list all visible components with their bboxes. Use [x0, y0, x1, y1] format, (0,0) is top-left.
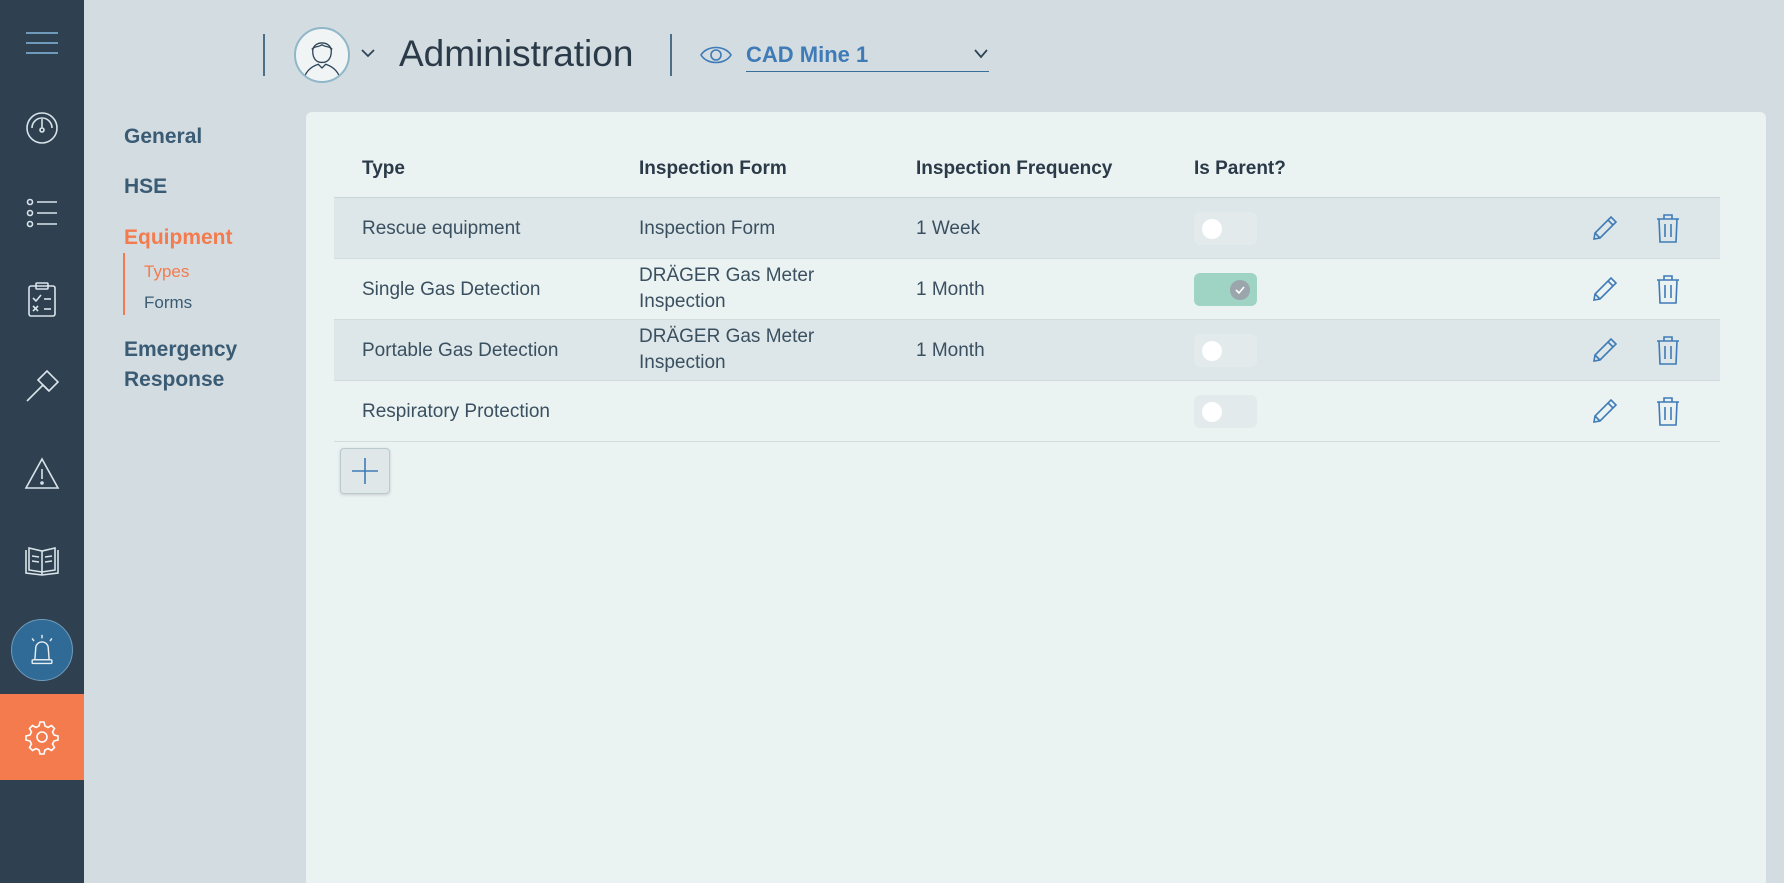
cell-inspection-form: Inspection Form — [639, 218, 776, 239]
is-parent-toggle[interactable] — [1194, 212, 1257, 245]
gear-icon — [25, 721, 59, 755]
is-parent-toggle[interactable] — [1194, 395, 1257, 428]
is-parent-toggle[interactable] — [1194, 273, 1257, 306]
is-parent-toggle[interactable] — [1194, 334, 1257, 367]
toggle-knob — [1202, 341, 1222, 361]
equipment-types-table: Type Inspection Form Inspection Frequenc… — [334, 130, 1720, 442]
header-divider-2 — [670, 34, 672, 76]
toggle-knob — [1202, 402, 1222, 422]
trash-icon[interactable] — [1655, 334, 1681, 366]
header-divider — [263, 34, 265, 76]
cell-inspection-frequency: 1 Month — [916, 279, 985, 300]
warning-icon — [24, 457, 60, 489]
rail-emergency[interactable] — [0, 607, 84, 693]
rail-library[interactable] — [0, 518, 84, 604]
plus-icon — [352, 458, 378, 484]
column-header-inspection-frequency[interactable]: Inspection Frequency — [916, 158, 1112, 180]
site-select-value: CAD Mine 1 — [746, 42, 869, 67]
subnav-types[interactable]: Types — [144, 262, 189, 282]
hammer-icon — [26, 369, 60, 402]
subnav-equipment[interactable]: Equipment — [124, 226, 233, 250]
subnav-active-line — [123, 253, 125, 315]
subnav-hse[interactable]: HSE — [124, 175, 167, 199]
cell-type: Single Gas Detection — [362, 279, 541, 300]
edit-icon[interactable] — [1590, 274, 1620, 304]
menu-icon — [26, 32, 58, 54]
table-row[interactable]: Respiratory Protection — [334, 381, 1720, 442]
rail-maintenance[interactable] — [0, 344, 84, 430]
table-row[interactable]: Rescue equipment Inspection Form 1 Week — [334, 198, 1720, 259]
table-header: Type Inspection Form Inspection Frequenc… — [334, 130, 1720, 198]
check-icon — [1235, 286, 1245, 295]
trash-icon[interactable] — [1655, 395, 1681, 427]
edit-icon[interactable] — [1590, 335, 1620, 365]
book-icon — [25, 546, 59, 576]
main-panel: Type Inspection Form Inspection Frequenc… — [306, 112, 1766, 883]
site-select[interactable]: CAD Mine 1 — [746, 38, 989, 72]
rail-settings[interactable] — [0, 694, 84, 780]
cell-type: Rescue equipment — [362, 218, 521, 239]
rail-dashboard[interactable] — [0, 84, 84, 170]
toggle-knob — [1230, 280, 1250, 300]
cell-inspection-frequency: 1 Month — [916, 340, 985, 361]
column-header-inspection-form[interactable]: Inspection Form — [639, 158, 787, 180]
trash-icon[interactable] — [1655, 212, 1681, 244]
subnav-general[interactable]: General — [124, 125, 202, 149]
chevron-down-icon[interactable] — [360, 45, 376, 61]
rail-list[interactable] — [0, 170, 84, 256]
cell-inspection-form: DRÄGER Gas Meter Inspection — [639, 326, 815, 373]
subnav-emergency-response-line2: Response — [124, 368, 225, 391]
user-avatar[interactable] — [294, 27, 350, 83]
user-icon — [302, 42, 342, 81]
menu-button[interactable] — [0, 0, 84, 86]
subnav-emergency-response-2[interactable]: Response — [124, 368, 224, 392]
subnav-forms[interactable]: Forms — [144, 293, 192, 313]
list-icon — [26, 198, 57, 228]
cell-type: Portable Gas Detection — [362, 340, 559, 361]
rail-hazards[interactable] — [0, 431, 84, 517]
page-title: Administration — [399, 33, 634, 74]
chevron-down-icon — [974, 49, 988, 59]
column-header-is-parent[interactable]: Is Parent? — [1194, 158, 1286, 180]
edit-icon[interactable] — [1590, 213, 1620, 243]
eye-icon — [700, 46, 732, 64]
table-row[interactable]: Single Gas Detection DRÄGER Gas Meter In… — [334, 259, 1720, 320]
cell-inspection-form: DRÄGER Gas Meter Inspection — [639, 265, 815, 312]
alarm-icon — [31, 634, 53, 665]
icon-rail — [0, 0, 84, 883]
trash-icon[interactable] — [1655, 273, 1681, 305]
cell-inspection-frequency: 1 Week — [916, 218, 981, 239]
subnav-emergency-response-line1: Emergency — [124, 338, 238, 361]
table-row[interactable]: Portable Gas Detection DRÄGER Gas Meter … — [334, 320, 1720, 381]
edit-icon[interactable] — [1590, 396, 1620, 426]
rail-checklist[interactable] — [0, 257, 84, 343]
subnav-emergency-response[interactable]: Emergency — [124, 338, 237, 362]
cell-type: Respiratory Protection — [362, 401, 550, 422]
rail-active-indicator — [11, 619, 73, 681]
dashboard-icon — [26, 112, 58, 144]
column-header-type[interactable]: Type — [362, 158, 405, 180]
toggle-knob — [1202, 219, 1222, 239]
add-type-button[interactable] — [340, 448, 390, 494]
checklist-icon — [28, 282, 56, 317]
